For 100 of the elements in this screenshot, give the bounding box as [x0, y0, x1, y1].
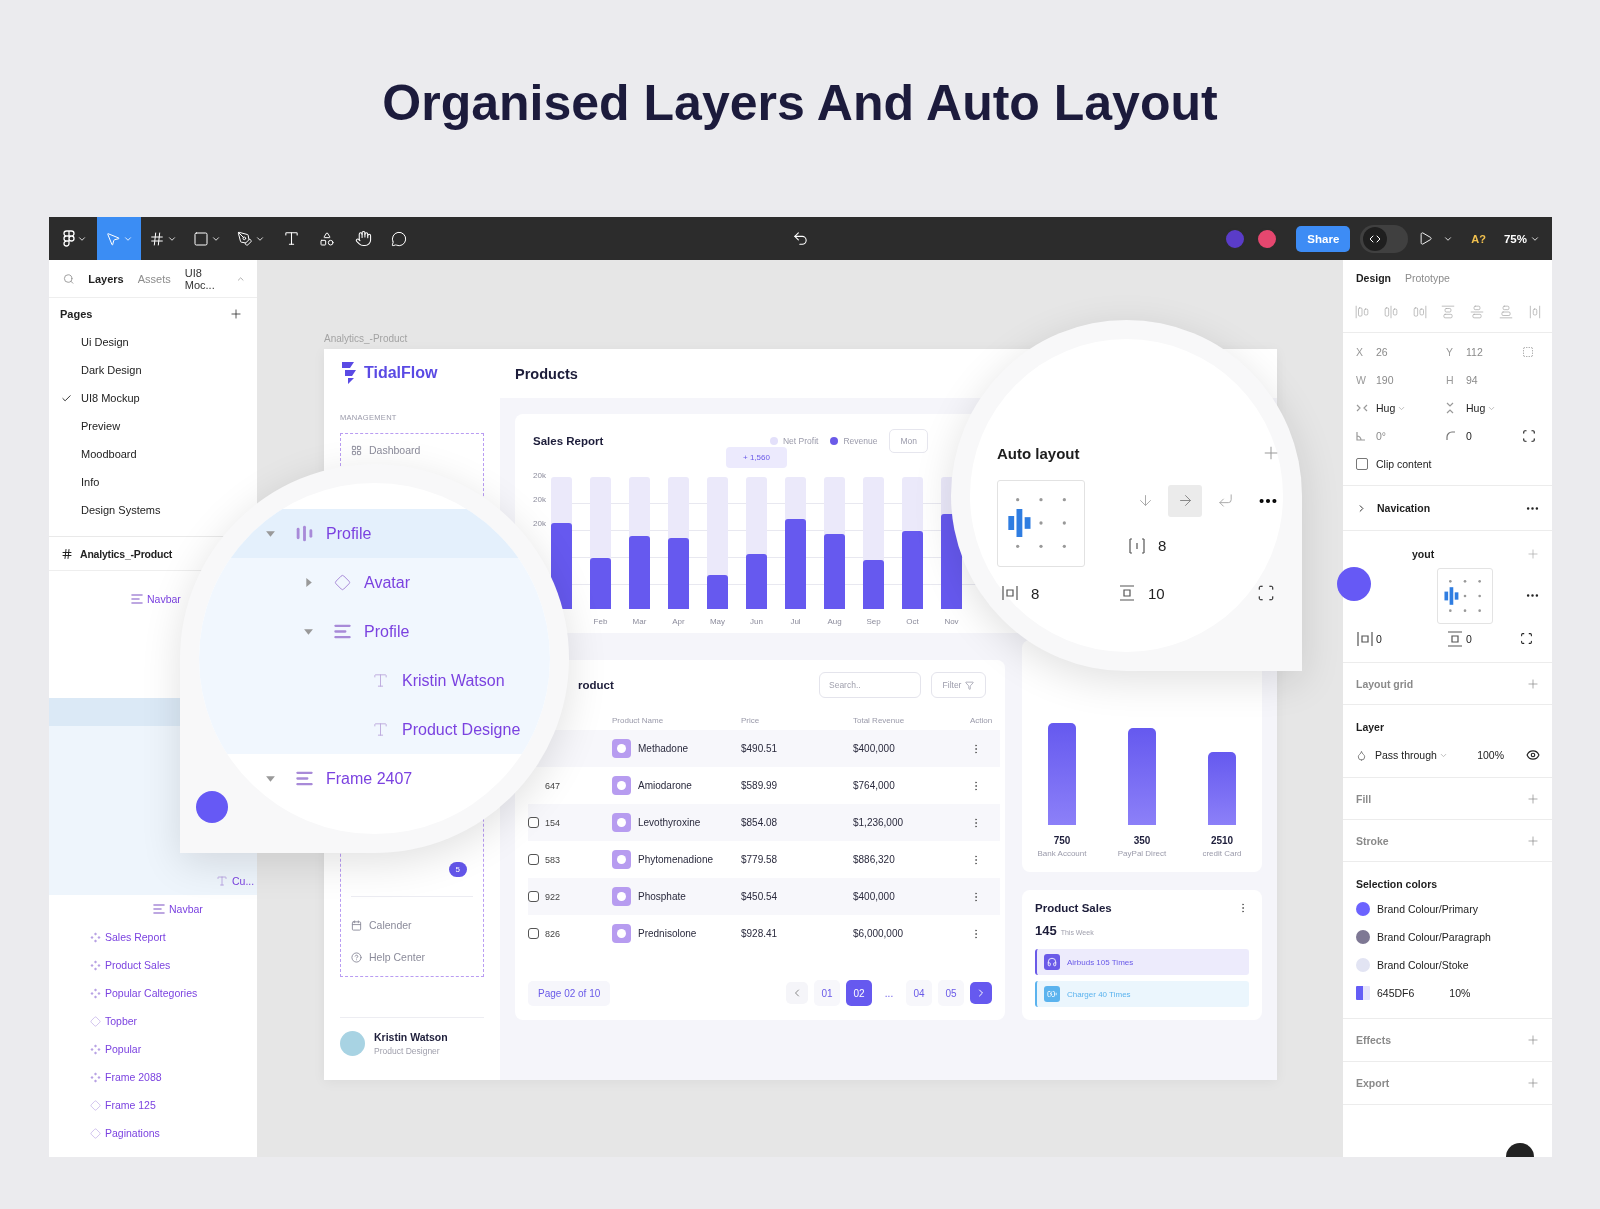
layer-row[interactable]: Navbar — [131, 585, 181, 613]
undo-arrow-icon[interactable] — [792, 230, 809, 247]
page-button[interactable]: 01 — [814, 980, 840, 1006]
number-field[interactable]: 0° — [1376, 430, 1426, 442]
search-field[interactable]: Search.. — [819, 672, 921, 698]
code-toggle[interactable] — [1360, 224, 1409, 253]
page-item[interactable]: Preview — [49, 412, 129, 440]
number-field[interactable]: 0 — [1466, 430, 1522, 442]
opacity-field[interactable]: 100% — [1477, 749, 1504, 761]
next-button[interactable] — [970, 982, 992, 1004]
font-warning[interactable]: A? — [1471, 232, 1486, 245]
row-checkbox[interactable] — [528, 817, 539, 828]
card-title: Product Sales — [1035, 902, 1112, 914]
number-field[interactable]: 26 — [1376, 346, 1426, 358]
caret-icon[interactable] — [265, 773, 276, 784]
nav-item[interactable]: Help Center — [351, 941, 473, 973]
layer-row[interactable]: Cu... — [216, 867, 255, 895]
page-item[interactable]: Moodboard — [49, 440, 145, 468]
eye-icon[interactable] — [1526, 748, 1540, 762]
padding-value[interactable]: 8 — [1031, 584, 1040, 602]
caret-icon[interactable] — [303, 626, 314, 637]
layer-row[interactable]: Paginations — [90, 1119, 160, 1147]
corners-icon[interactable] — [1522, 429, 1536, 443]
gap-value[interactable]: 8 — [1158, 537, 1167, 554]
color-dot[interactable] — [1356, 958, 1370, 972]
number-field[interactable]: 0 — [1466, 632, 1520, 645]
page-item[interactable]: Dark Design — [49, 356, 150, 384]
add-icon[interactable] — [229, 307, 243, 321]
layer-row[interactable]: Topber — [90, 1007, 138, 1035]
padding-value[interactable]: 10 — [1148, 584, 1165, 602]
chevron-right-icon[interactable] — [1356, 502, 1367, 514]
calendar-icon — [351, 919, 362, 931]
panel-tab[interactable]: Assets — [137, 272, 171, 285]
color-swatch[interactable] — [1356, 986, 1370, 1000]
wrap-arrow-icon — [1216, 492, 1234, 509]
corners-icon[interactable] — [1257, 584, 1275, 602]
number-field[interactable]: 112 — [1466, 346, 1522, 358]
share-button[interactable]: Share — [1296, 225, 1351, 252]
nav-item[interactable]: Calender — [351, 909, 473, 941]
panel-tab[interactable]: Layers — [88, 272, 124, 285]
panel-tab[interactable]: Prototype — [1405, 272, 1450, 284]
row-checkbox[interactable] — [528, 891, 539, 902]
nav-item[interactable]: Dashboard — [351, 434, 473, 466]
sizing-dropdown[interactable]: Hug — [1466, 402, 1522, 414]
spacing-icon — [1128, 536, 1146, 555]
layer-row[interactable]: Profile — [303, 607, 410, 656]
table-cell-text: $400,000 — [853, 743, 896, 754]
layer-row[interactable]: Frame 2407 — [265, 754, 413, 803]
month-label: May — [708, 617, 727, 626]
row-checkbox[interactable] — [528, 928, 539, 939]
page-item[interactable]: Ui Design — [49, 328, 137, 356]
file-menu[interactable]: UI8 Moc... — [184, 266, 245, 291]
layer-row[interactable]: Product Sales — [90, 951, 171, 979]
table-cell-text: $6,000,000 — [853, 928, 905, 939]
search-icon[interactable] — [63, 272, 75, 285]
layer-row[interactable]: Frame 2088 — [90, 1063, 162, 1091]
layer-row[interactable]: Kristin Watson — [341, 656, 505, 705]
page-item[interactable]: UI8 Mockup — [49, 384, 148, 412]
page-button[interactable]: 02 — [846, 980, 872, 1006]
blend-dropdown[interactable]: Pass through — [1375, 749, 1448, 761]
sizing-dropdown[interactable]: Hug — [1376, 402, 1426, 414]
zoom-menu[interactable]: 75% — [1503, 232, 1540, 245]
caret-icon[interactable] — [303, 577, 314, 588]
panel-tab[interactable]: Design — [1356, 272, 1391, 284]
number-field[interactable]: 94 — [1466, 374, 1522, 386]
layer-row[interactable]: Frame 125 — [90, 1091, 156, 1119]
layer-row[interactable]: Sales Report — [90, 923, 166, 951]
constraints-icon[interactable] — [1522, 346, 1534, 358]
checkbox[interactable] — [1356, 458, 1368, 470]
page-title: Products — [514, 364, 579, 384]
layer-row[interactable]: Profile — [265, 509, 372, 558]
table-cell: Methadone — [638, 743, 689, 754]
layer-row[interactable]: Popular — [90, 1035, 142, 1063]
row-checkbox[interactable] — [528, 854, 539, 865]
color-dot[interactable] — [1356, 930, 1370, 944]
page-item[interactable]: Info — [49, 468, 108, 496]
frame-layer[interactable]: Analytics_-Product — [49, 536, 173, 571]
alignment-picker[interactable] — [997, 479, 1085, 567]
layer-row[interactable]: Navbar — [153, 895, 203, 923]
layer-row[interactable]: Popular Caltegories — [90, 979, 198, 1007]
width-sizing-icon — [1356, 404, 1368, 412]
corners-icon[interactable] — [1520, 632, 1533, 645]
number-field[interactable]: 190 — [1376, 374, 1426, 386]
page-button[interactable]: 04 — [906, 980, 932, 1006]
card-title: Sales Report — [533, 435, 604, 447]
color-dot[interactable] — [1356, 902, 1370, 916]
layer-row[interactable]: Product Designe — [341, 705, 521, 754]
alignment-picker[interactable] — [1437, 567, 1493, 624]
number-field[interactable]: 0 — [1376, 632, 1446, 645]
caret-icon[interactable] — [265, 528, 276, 539]
layer-row[interactable]: Avatar — [303, 558, 410, 607]
component-icon — [90, 1043, 101, 1055]
section-title: Effects — [1356, 1034, 1391, 1046]
page-gap: ... — [883, 987, 895, 999]
padding-icon — [1118, 584, 1136, 602]
table-cell: 647 — [545, 781, 561, 791]
page-button[interactable]: 05 — [938, 980, 964, 1006]
play-icon[interactable] — [1418, 231, 1434, 246]
page-item[interactable]: Design Systems — [49, 496, 169, 524]
column-header: Action — [970, 715, 994, 725]
